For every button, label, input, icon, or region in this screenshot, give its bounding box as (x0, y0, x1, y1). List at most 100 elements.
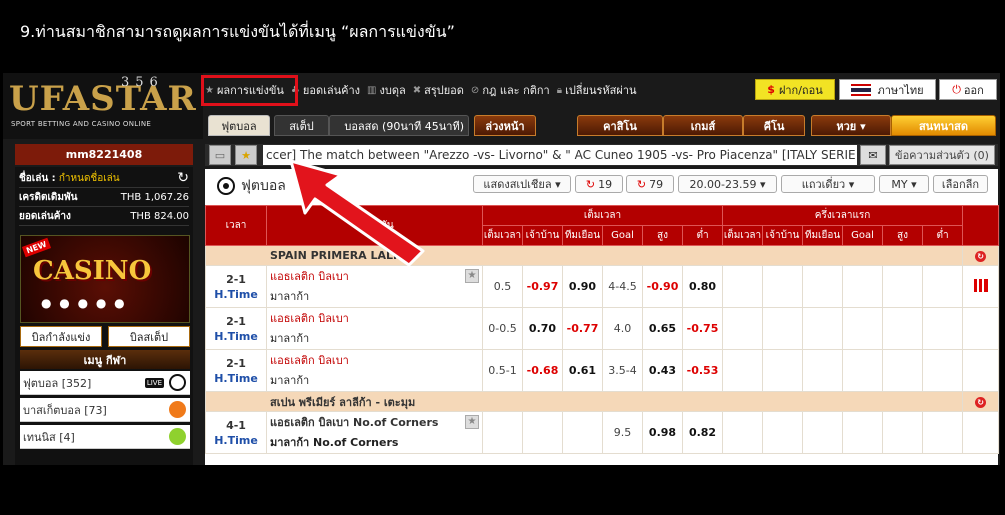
col-extra (962, 205, 1000, 246)
away-odds[interactable] (562, 411, 603, 454)
refresh-icon[interactable]: ↻ (975, 251, 987, 262)
over-odds[interactable]: 0.98 (642, 411, 683, 454)
col-home: เจ้าบ้าน (522, 225, 563, 246)
under-odds[interactable]: 0.80 (681, 265, 724, 308)
page-title: ฟุตบอล (217, 175, 286, 197)
step-bets-button[interactable]: บิลสเต็ป (108, 326, 190, 347)
handicap-value (482, 411, 523, 454)
stats-icon[interactable] (973, 278, 988, 292)
new-badge: NEW (21, 237, 52, 258)
casino-banner[interactable]: NEW CASINO ● ● ● ● ● (20, 235, 190, 323)
language-label: ภาษาไทย (877, 83, 924, 97)
menu-password[interactable]: 🔒︎ เปลี่ยนรหัสผ่าน (557, 81, 637, 99)
brand-logo[interactable]: UFASTAR 356 SPORT BETTING AND CASINO ONL… (3, 73, 203, 139)
away-odds[interactable]: -0.77 (562, 307, 603, 350)
chips-icon: ● ● ● ● ● (41, 296, 127, 310)
col-fulltime: เต็มเวลา (481, 205, 724, 226)
credit-label: เครดิตเดิมพัน (19, 191, 78, 203)
mail-icon[interactable]: ✉ (860, 145, 886, 165)
credit-row: เครดิตเดิมพัน THB 1,067.26 (19, 188, 189, 207)
sidebar: ชื่อเล่น : กำหนดชื่อเล่น ↻ เครดิตเดิมพัน T… (15, 167, 193, 465)
tab-early[interactable]: ล่วงหน้า (474, 115, 536, 136)
tab-games[interactable]: เกมส์ (663, 115, 743, 136)
deposit-button[interactable]: $ ฝาก/ถอน (755, 79, 835, 100)
refresh-icon[interactable]: ↻ (975, 397, 987, 408)
col-under-1h: ต่ำ (922, 225, 964, 246)
menu-rules-label: กฎ และ กติกา (482, 84, 550, 97)
menu-summary[interactable]: ✖ สรุปยอด (413, 81, 464, 99)
refresh-count-a-label: 19 (598, 177, 613, 191)
favorite-star-icon[interactable]: ★ (235, 145, 257, 165)
table-row: 2-1 H.Time แอธเลติก บิลเบา มาลาก้า ★ 0.5 -0… (205, 265, 1000, 308)
col-time: เวลา (205, 205, 267, 246)
handicap-value: 0.5-1 (482, 349, 523, 392)
menu-pending[interactable]: ♣ ยอดเล่นค้าง (291, 81, 360, 99)
account-summary: ชื่อเล่น : กำหนดชื่อเล่น ↻ เครดิตเดิมพัน T… (15, 167, 193, 228)
line-select[interactable]: แถวเดี่ยว ▾ (781, 175, 875, 193)
select-league-button[interactable]: เลือกลีก (933, 175, 988, 193)
over-odds[interactable]: 0.43 (642, 349, 683, 392)
match-score: 2-1 (226, 272, 246, 286)
sport-item-tennis[interactable]: เทนนิส [4] (20, 425, 190, 449)
pending-bets-button[interactable]: บิลกำลังแข่ง (20, 326, 102, 347)
league-row: สเปน พรีเมียร์ ลาลีก้า - เตะมุม ↻ (204, 391, 1000, 412)
tab-casino[interactable]: คาสิโน (577, 115, 663, 136)
home-odds[interactable] (522, 411, 563, 454)
col-under: ต่ำ (681, 225, 724, 246)
refresh-icon[interactable]: ↻ (177, 170, 189, 186)
brand-tagline: SPORT BETTING AND CASINO ONLINE (11, 120, 152, 128)
menu-pending-label: ยอดเล่นค้าง (302, 84, 361, 97)
tab-keno[interactable]: คีโน (743, 115, 805, 136)
menu-balance[interactable]: ▥ งบดุล (367, 81, 406, 99)
favorite-star-icon[interactable]: ★ (465, 415, 479, 429)
home-team: แอธเลติก บิลเบา (270, 269, 349, 283)
over-odds[interactable]: 0.65 (642, 307, 683, 350)
refresh-count-a[interactable]: ↻ 19 (575, 175, 623, 193)
col-hdp: เต็มเวลา (482, 225, 523, 246)
sport-menu-header: เมนู กีฬา (20, 350, 190, 369)
sport-item-label: เทนนิส [4] (23, 430, 75, 444)
sport-item-football[interactable]: ฟุตบอล [352] LIVE (20, 371, 190, 395)
results-highlight-box (201, 75, 298, 106)
nickname-link[interactable]: กำหนดชื่อเล่น (59, 173, 120, 184)
refresh-count-b[interactable]: ↻ 79 (626, 175, 674, 193)
under-odds[interactable]: -0.75 (681, 307, 724, 350)
casino-banner-title: CASINO (33, 256, 152, 286)
match-score: 2-1 (226, 356, 246, 370)
odds-type-select[interactable]: MY ▾ (879, 175, 929, 193)
tab-football[interactable]: ฟุตบอล (208, 115, 270, 136)
tab-live-chat[interactable]: สนทนาสด (891, 115, 996, 136)
language-button[interactable]: ภาษาไทย (839, 79, 936, 100)
home-team: แอธเลติก บิลเบา No.of Corners (270, 415, 439, 429)
under-odds[interactable]: 0.82 (681, 411, 724, 454)
ban-icon: ⊘ (470, 84, 480, 96)
home-odds[interactable]: 0.70 (522, 307, 563, 350)
live-badge: LIVE (144, 377, 164, 388)
time-range-select[interactable]: 20.00-23.59 ▾ (678, 175, 777, 193)
tennis-icon (169, 428, 186, 445)
table-row: 2-1 H.Time แอธเลติก บิลเบา มาลาก้า 0.5-1 -… (205, 349, 1000, 392)
private-message-button[interactable]: ข้อความส่วนตัว (0) (889, 145, 995, 165)
menu-rules[interactable]: ⊘ กฎ และ กติกา (471, 81, 550, 99)
away-odds[interactable]: 0.61 (562, 349, 603, 392)
tab-live[interactable]: บอลสด (90นาที 45นาที) (329, 115, 469, 136)
goal-line: 9.5 (602, 411, 643, 454)
lock-icon: 🔒︎ (556, 84, 563, 96)
home-odds[interactable]: -0.68 (522, 349, 563, 392)
league-name: SPAIN PRIMERA LALIGA (204, 245, 964, 266)
away-odds[interactable]: 0.90 (562, 265, 603, 308)
thai-flag-icon (851, 83, 872, 96)
tab-lotto[interactable]: หวย ▾ (811, 115, 891, 136)
logout-button[interactable]: ⏻ ออก (939, 79, 997, 100)
under-odds[interactable]: -0.53 (681, 349, 724, 392)
over-odds[interactable]: -0.90 (642, 265, 683, 308)
favorite-star-icon[interactable]: ★ (465, 269, 479, 283)
home-icon[interactable]: ▭ (209, 145, 231, 165)
home-odds[interactable]: -0.97 (522, 265, 563, 308)
menu-summary-label: สรุปยอด (424, 84, 464, 97)
handicap-value: 0.5 (482, 265, 523, 308)
tab-step[interactable]: สเต็ป (274, 115, 329, 136)
nickname-row: ชื่อเล่น : กำหนดชื่อเล่น ↻ (19, 169, 189, 188)
sport-item-basketball[interactable]: บาสเก็ตบอล [73] (20, 398, 190, 422)
view-select[interactable]: แสดงสเปเชียล ▾ (473, 175, 571, 193)
